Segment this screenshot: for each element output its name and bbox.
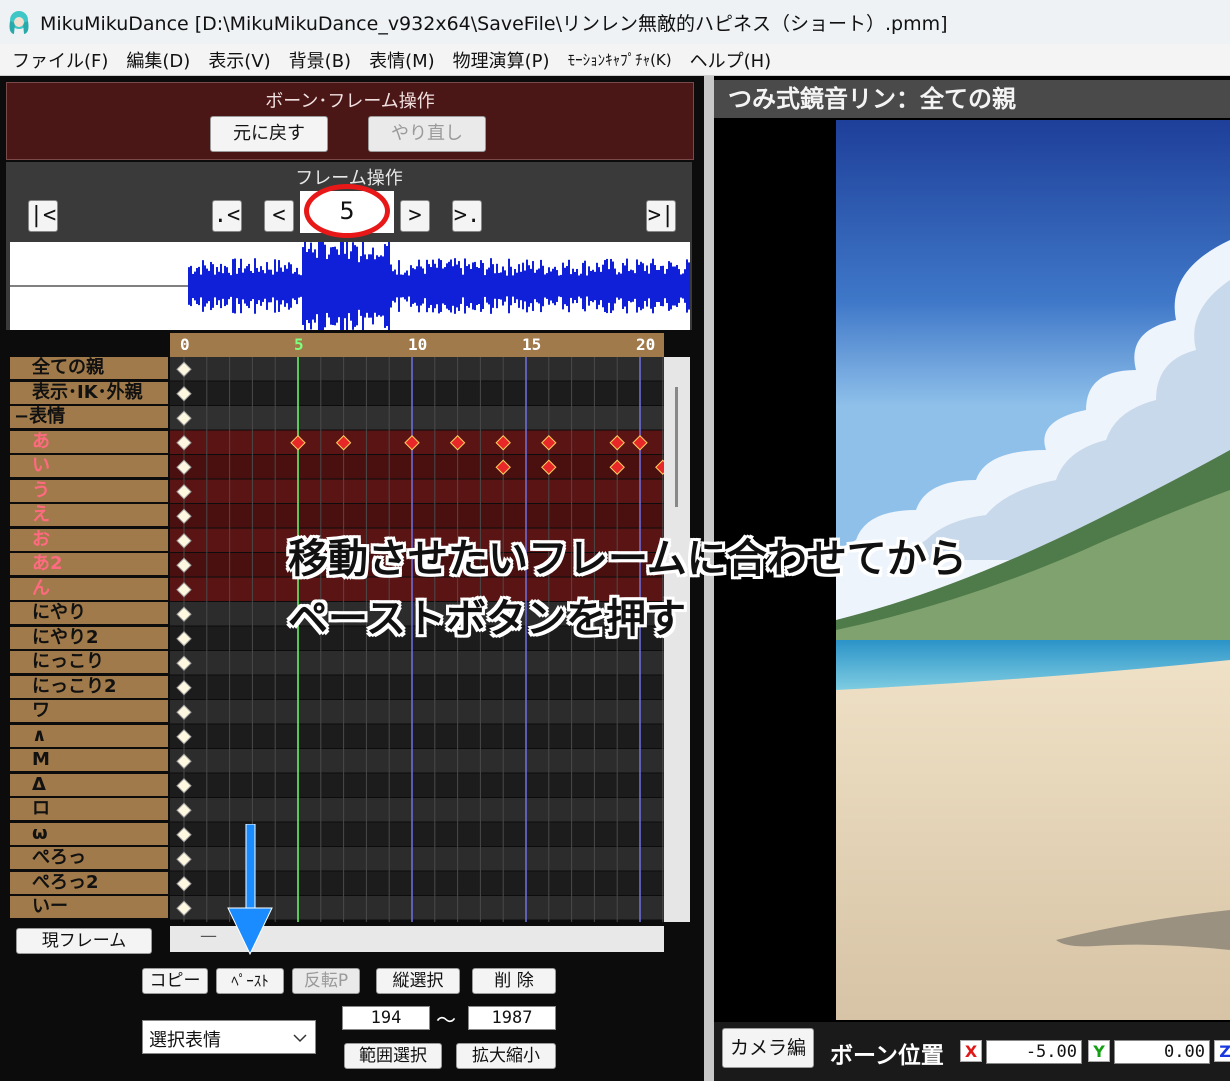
flip-paste-button[interactable]: 反転P: [292, 968, 360, 994]
timeline-row: [170, 479, 664, 503]
timeline-row-label[interactable]: あ2: [10, 553, 168, 575]
mmd-app-icon: [9, 11, 29, 34]
audio-waveform: [10, 233, 690, 339]
timeline-row: [170, 773, 664, 797]
ruler-label-20: 20: [636, 335, 656, 354]
timeline-row-label[interactable]: Δ: [10, 773, 168, 796]
timeline-row-label[interactable]: にやり2: [10, 626, 168, 649]
menu-file[interactable]: ファイル(F): [12, 47, 108, 73]
timeline-row-label[interactable]: ぺろっ2: [10, 871, 168, 894]
down-arrow-icon: [227, 824, 273, 956]
redo-button[interactable]: やり直し: [368, 116, 486, 152]
timeline-row-label[interactable]: あ: [10, 430, 168, 453]
timeline-row-label[interactable]: 全ての親: [10, 357, 168, 379]
ruler-label-0: 0: [180, 335, 190, 354]
ruler-label-10: 10: [408, 335, 428, 354]
scrollbar-thumb[interactable]: [675, 387, 678, 507]
timeline-row: [170, 381, 664, 405]
timeline-row-label[interactable]: う: [10, 479, 168, 502]
range-tilde: ～: [436, 1008, 456, 1032]
timeline-row-label[interactable]: ぺろっ: [10, 847, 168, 869]
timeline-row-label[interactable]: M: [10, 749, 168, 771]
menu-physics[interactable]: 物理演算(P): [453, 47, 550, 73]
y-axis-badge: Y: [1088, 1040, 1110, 1062]
instruction-caption-line-2: ペーストボタンを押す: [288, 596, 686, 642]
menu-edit[interactable]: 編集(D): [126, 47, 190, 73]
timeline-row: [170, 357, 664, 381]
timeline-row-label[interactable]: ん: [10, 577, 168, 600]
menu-bar: ファイル(F) 編集(D) 表示(V) 背景(B) 表情(M) 物理演算(P) …: [0, 44, 1230, 76]
x-axis-badge: X: [960, 1040, 982, 1062]
range-from-input[interactable]: 194: [342, 1006, 430, 1030]
camera-edit-button[interactable]: カメラ編: [722, 1028, 814, 1068]
scale-button[interactable]: 拡大縮小: [456, 1043, 556, 1069]
last-frame-button[interactable]: >|: [646, 200, 676, 232]
vertical-select-button[interactable]: 縦選択: [376, 968, 460, 994]
timeline-row: [170, 724, 664, 748]
current-frame-button[interactable]: 現フレーム: [16, 928, 152, 954]
next-frame-button[interactable]: >: [400, 200, 430, 232]
timeline-row: [170, 749, 664, 773]
instruction-caption-line-1: 移動させたいフレームに合わせてから: [288, 536, 967, 582]
timeline-row-label[interactable]: ∧: [10, 724, 168, 747]
timeline-row-label[interactable]: お: [10, 528, 168, 551]
timeline-row-label[interactable]: いー: [10, 896, 168, 918]
bone-frame-panel: ボーン･フレーム操作: [6, 82, 694, 160]
ruler-label-5: 5: [294, 335, 304, 354]
timeline-row: [170, 675, 664, 699]
timeline-ruler: 0 5 10 15 20: [170, 333, 664, 357]
range-select-button[interactable]: 範囲選択: [344, 1043, 442, 1069]
timeline-row-label[interactable]: い: [10, 455, 168, 477]
menu-motion-capture[interactable]: ﾓｰｼｮﾝｷｬﾌﾟﾁｬ(K): [568, 49, 672, 70]
timeline-row-label[interactable]: ω: [10, 822, 168, 845]
ruler-label-15: 15: [522, 335, 542, 354]
timeline-row: [170, 651, 664, 675]
window-title: MikuMikuDance [D:\MikuMikuDance_v932x64\…: [40, 12, 948, 35]
timeline-row-label[interactable]: にやり: [10, 602, 168, 624]
timeline-row: [170, 406, 664, 430]
z-axis-badge: Z: [1214, 1040, 1230, 1062]
delete-button[interactable]: 削 除: [472, 968, 556, 994]
paste-button[interactable]: ﾍﾟｰｽﾄ: [216, 968, 284, 994]
timeline-row-label[interactable]: ロ: [10, 798, 168, 820]
prev-frame-button[interactable]: <: [264, 200, 294, 232]
timeline-row-label[interactable]: にっこり2: [10, 675, 168, 698]
timeline-row-label[interactable]: ワ: [10, 700, 168, 722]
x-position-input[interactable]: -5.00: [986, 1040, 1082, 1064]
timeline-row-label[interactable]: にっこり: [10, 651, 168, 673]
bone-panel-title: ボーン･フレーム操作: [265, 91, 435, 112]
timeline-row: [170, 700, 664, 724]
next-key-button[interactable]: >.: [452, 200, 482, 232]
bone-position-label: ボーン位置: [830, 1043, 944, 1069]
timeline-row: [170, 504, 664, 528]
copy-button[interactable]: コピー: [142, 968, 208, 994]
timeline-row: [170, 798, 664, 822]
y-position-input[interactable]: 0.00: [1114, 1040, 1210, 1064]
menu-background[interactable]: 背景(B): [289, 47, 351, 73]
chevron-down-icon: [293, 1034, 307, 1043]
timeline-row-label[interactable]: −表情: [10, 406, 168, 428]
menu-morph[interactable]: 表情(M): [369, 47, 435, 73]
title-bar: MikuMikuDance [D:\MikuMikuDance_v932x64\…: [0, 0, 1230, 44]
range-to-input[interactable]: 1987: [468, 1006, 556, 1030]
highlight-ring: [304, 184, 390, 238]
undo-button[interactable]: 元に戻す: [210, 116, 328, 152]
timeline-row-label[interactable]: 表示･IK･外親: [10, 381, 168, 404]
prev-key-button[interactable]: .<: [212, 200, 242, 232]
waveform-graph: [10, 233, 690, 339]
timeline-row: [170, 455, 664, 479]
menu-help[interactable]: ヘルプ(H): [690, 47, 772, 73]
morph-selector-value: 選択表情: [149, 1030, 221, 1051]
timeline-row-label[interactable]: え: [10, 504, 168, 526]
morph-selector-dropdown[interactable]: 選択表情: [142, 1020, 316, 1054]
first-frame-button[interactable]: |<: [28, 200, 58, 232]
model-title-bar: つみ式鏡音リン：全ての親: [714, 80, 1230, 118]
menu-view[interactable]: 表示(V): [208, 47, 270, 73]
current-frame-value: —: [200, 926, 217, 946]
